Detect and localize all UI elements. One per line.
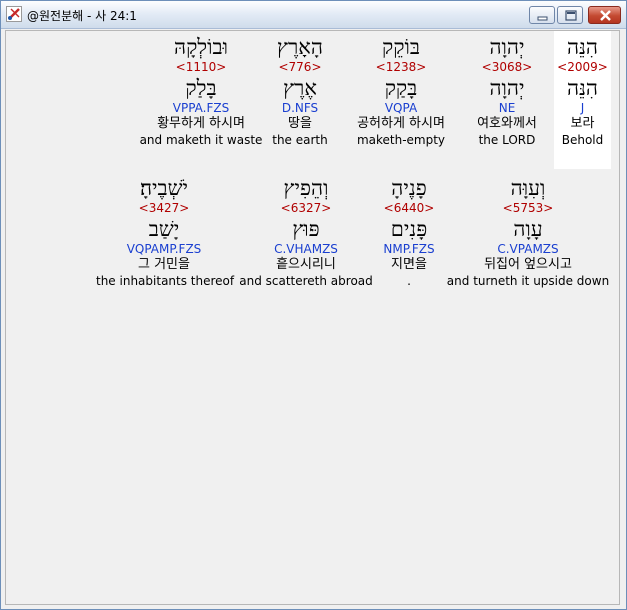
english-gloss: . — [407, 274, 411, 288]
maximize-icon — [565, 10, 577, 21]
maximize-button[interactable] — [557, 6, 583, 24]
close-button[interactable] — [588, 6, 621, 24]
word-block[interactable]: הִנֵּה <2009> הִנֵּה J 보라 Behold — [554, 31, 611, 169]
hebrew-root: יְהוָה — [489, 76, 525, 100]
korean-gloss: 황무하게 하시며 — [157, 116, 245, 131]
hebrew-word: וְהֵפִיץ — [283, 176, 329, 200]
korean-gloss: 뒤집어 엎으시고 — [484, 257, 572, 272]
english-gloss: and maketh it waste — [139, 133, 263, 147]
word-block[interactable]: וְעִוָּה <5753> עָוָה C.VPAMZS 뒤집어 엎으시고 … — [446, 172, 610, 289]
app-window: @원전분해 - 사 24:1 הִנֵּה <2009> הִנֵּה J 보라 — [0, 0, 627, 610]
word-block[interactable]: יְהוָה <3068> יְהוָה NE 여호와께서 the LORD — [452, 31, 562, 148]
strong-number[interactable]: <1110> — [136, 60, 266, 74]
strong-number[interactable]: <5753> — [446, 201, 610, 215]
hebrew-root: יָשַׁב — [148, 217, 180, 241]
app-cross-icon[interactable] — [6, 6, 22, 22]
window-title: @원전분해 - 사 24:1 — [27, 9, 137, 23]
morphology-code[interactable]: NMP.FZS — [369, 242, 449, 256]
hebrew-word: יֹשְׁבֶיהָ׃ — [139, 176, 189, 200]
english-gloss: the inhabitants thereof — [96, 274, 235, 288]
strong-number[interactable]: <1238> — [339, 60, 463, 74]
word-block[interactable]: וְהֵפִיץ <6327> פּוּץ C.VHAMZS 흩으시리니 and… — [238, 172, 374, 289]
hebrew-root: בָּקַק — [384, 76, 418, 100]
morphology-code[interactable]: NE — [452, 101, 562, 115]
hebrew-word: וּבוֹלְקָהּ — [173, 35, 228, 59]
hebrew-word: הִנֵּה — [567, 35, 598, 59]
english-gloss: maketh-empty — [356, 133, 446, 147]
korean-gloss: 지면을 — [391, 257, 427, 272]
word-block[interactable]: יֹשְׁבֶיהָ׃ <3427> יָשַׁב VQPAMP.FZS 그 거… — [96, 172, 235, 289]
morphology-code[interactable]: VQPA — [339, 101, 463, 115]
word-block[interactable]: בּוֹקֵק <1238> בָּקַק VQPA 공허하게 하시며 make… — [339, 31, 463, 148]
strong-number[interactable]: <6327> — [238, 201, 374, 215]
strong-number[interactable]: <3068> — [452, 60, 562, 74]
hebrew-root: פּוּץ — [292, 217, 320, 241]
english-gloss: and turneth it upside down — [446, 274, 610, 288]
hebrew-word: וְעִוָּה — [510, 176, 546, 200]
word-block[interactable]: וּבוֹלְקָהּ <1110> בָּלַק VPPA.FZS 황무하게 … — [136, 31, 266, 148]
korean-gloss: 여호와께서 — [477, 116, 537, 131]
hebrew-word: פָנֶיהָ — [391, 176, 427, 200]
english-gloss: and scattereth abroad — [239, 274, 373, 288]
hebrew-word: בּוֹקֵק — [382, 35, 420, 59]
morphology-code[interactable]: VQPAMP.FZS — [96, 242, 232, 256]
english-gloss: the LORD — [478, 133, 536, 147]
morphology-code[interactable]: VPPA.FZS — [136, 101, 266, 115]
hebrew-root: עָוָה — [513, 217, 543, 241]
word-block[interactable]: פָנֶיהָ <6440> פָּנִים NMP.FZS 지면을 . — [369, 172, 449, 289]
morphology-code[interactable]: J — [554, 101, 611, 115]
hebrew-root: פָּנִים — [390, 217, 428, 241]
korean-gloss: 흩으시리니 — [276, 257, 336, 272]
analysis-panel: הִנֵּה <2009> הִנֵּה J 보라 Behold יְהוָה … — [5, 30, 620, 605]
morphology-code[interactable]: C.VPAMZS — [446, 242, 610, 256]
hebrew-root: בָּלַק — [185, 76, 217, 100]
korean-gloss: 보라 — [570, 116, 595, 131]
strong-number[interactable]: <3427> — [96, 201, 232, 215]
minimize-button[interactable] — [529, 6, 555, 24]
title-bar[interactable]: @원전분해 - 사 24:1 — [1, 1, 626, 29]
english-gloss: Behold — [561, 133, 604, 147]
hebrew-root: הִנֵּה — [567, 76, 598, 100]
korean-gloss: 공허하게 하시며 — [357, 116, 445, 131]
korean-gloss: 그 거민을 — [138, 257, 190, 272]
close-icon — [600, 10, 611, 21]
strong-number[interactable]: <2009> — [554, 60, 611, 74]
morphology-code[interactable]: C.VHAMZS — [238, 242, 374, 256]
hebrew-word: יְהוָה — [489, 35, 525, 59]
minimize-icon — [537, 16, 548, 21]
strong-number[interactable]: <6440> — [369, 201, 449, 215]
